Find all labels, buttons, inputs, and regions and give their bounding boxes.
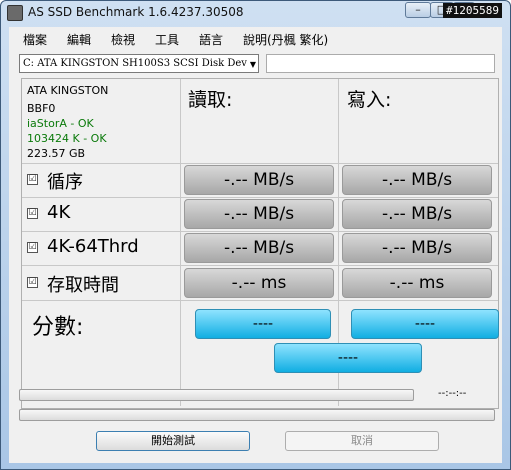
access-write-result: -.-- ms — [342, 268, 492, 298]
row-label-4k64: 4K-64Thrd — [47, 236, 139, 257]
start-button[interactable]: 開始測試 — [96, 431, 250, 451]
drive-select-value: C: ATA KINGSTON SH100S3 SCSI Disk Dev — [23, 58, 247, 69]
read-score: ---- — [195, 309, 331, 339]
app-window: AS SSD Benchmark 1.6.4237.30508 – □ x #1… — [0, 0, 511, 470]
menu-help[interactable]: 說明(丹楓 繁化) — [243, 31, 328, 48]
menu-edit[interactable]: 編輯 — [67, 31, 91, 48]
driver-status: iaStorA - OK — [27, 117, 94, 130]
progress-bar-total — [19, 409, 495, 421]
elapsed-time: --:--:-- — [438, 388, 467, 399]
watermark: #1205589 — [443, 3, 502, 18]
divider — [22, 265, 498, 266]
results-grid: ATA KINGSTON BBF0 iaStorA - OK 103424 K … — [21, 78, 499, 409]
alignment-status: 103424 K - OK — [27, 132, 107, 145]
checkbox-seq[interactable]: ☑ — [27, 174, 38, 185]
4k-write-result: -.-- MB/s — [342, 199, 492, 229]
menu-tools[interactable]: 工具 — [155, 31, 179, 48]
empty-field — [266, 54, 495, 73]
menu-view[interactable]: 檢視 — [111, 31, 135, 48]
row-label-seq: 循序 — [47, 172, 83, 193]
4k-read-result: -.-- MB/s — [184, 199, 334, 229]
menu-bar: 檔案 編輯 檢視 工具 語言 說明(丹楓 繁化) — [9, 27, 502, 49]
drive-firmware: BBF0 — [27, 102, 56, 115]
drive-size: 223.57 GB — [27, 147, 86, 160]
checkbox-access-time[interactable]: ☑ — [27, 277, 38, 288]
progress-bar — [19, 389, 414, 401]
total-score: ---- — [274, 343, 422, 373]
title-bar: AS SSD Benchmark 1.6.4237.30508 – □ x #1… — [1, 1, 510, 25]
seq-read-result: -.-- MB/s — [184, 165, 334, 195]
write-column-header: 寫入: — [347, 89, 392, 111]
cancel-button[interactable]: 取消 — [285, 431, 439, 451]
menu-language[interactable]: 語言 — [199, 31, 223, 48]
score-label: 分數: — [32, 315, 84, 340]
menu-file[interactable]: 檔案 — [23, 31, 47, 48]
drive-select[interactable]: C: ATA KINGSTON SH100S3 SCSI Disk Dev ▼ — [19, 54, 259, 73]
checkbox-4k[interactable]: ☑ — [27, 208, 38, 219]
row-label-4k: 4K — [47, 202, 71, 223]
row-label-access-time: 存取時間 — [47, 275, 119, 296]
divider — [180, 79, 181, 406]
drive-model: ATA KINGSTON — [27, 84, 109, 97]
divider — [22, 197, 498, 198]
divider — [22, 163, 498, 164]
app-icon — [7, 5, 23, 21]
checkbox-4k64[interactable]: ☑ — [27, 242, 38, 253]
minimize-button[interactable]: – — [405, 2, 431, 18]
access-read-result: -.-- ms — [184, 268, 334, 298]
write-score: ---- — [351, 309, 499, 339]
divider — [22, 231, 498, 232]
seq-write-result: -.-- MB/s — [342, 165, 492, 195]
window-title: AS SSD Benchmark 1.6.4237.30508 — [28, 5, 244, 19]
read-column-header: 讀取: — [188, 89, 233, 111]
4k64-read-result: -.-- MB/s — [184, 233, 334, 263]
divider — [22, 300, 498, 301]
client-area: 檔案 編輯 檢視 工具 語言 說明(丹楓 繁化) C: ATA KINGSTON… — [9, 27, 502, 463]
chevron-down-icon: ▼ — [249, 60, 256, 69]
4k64-write-result: -.-- MB/s — [342, 233, 492, 263]
